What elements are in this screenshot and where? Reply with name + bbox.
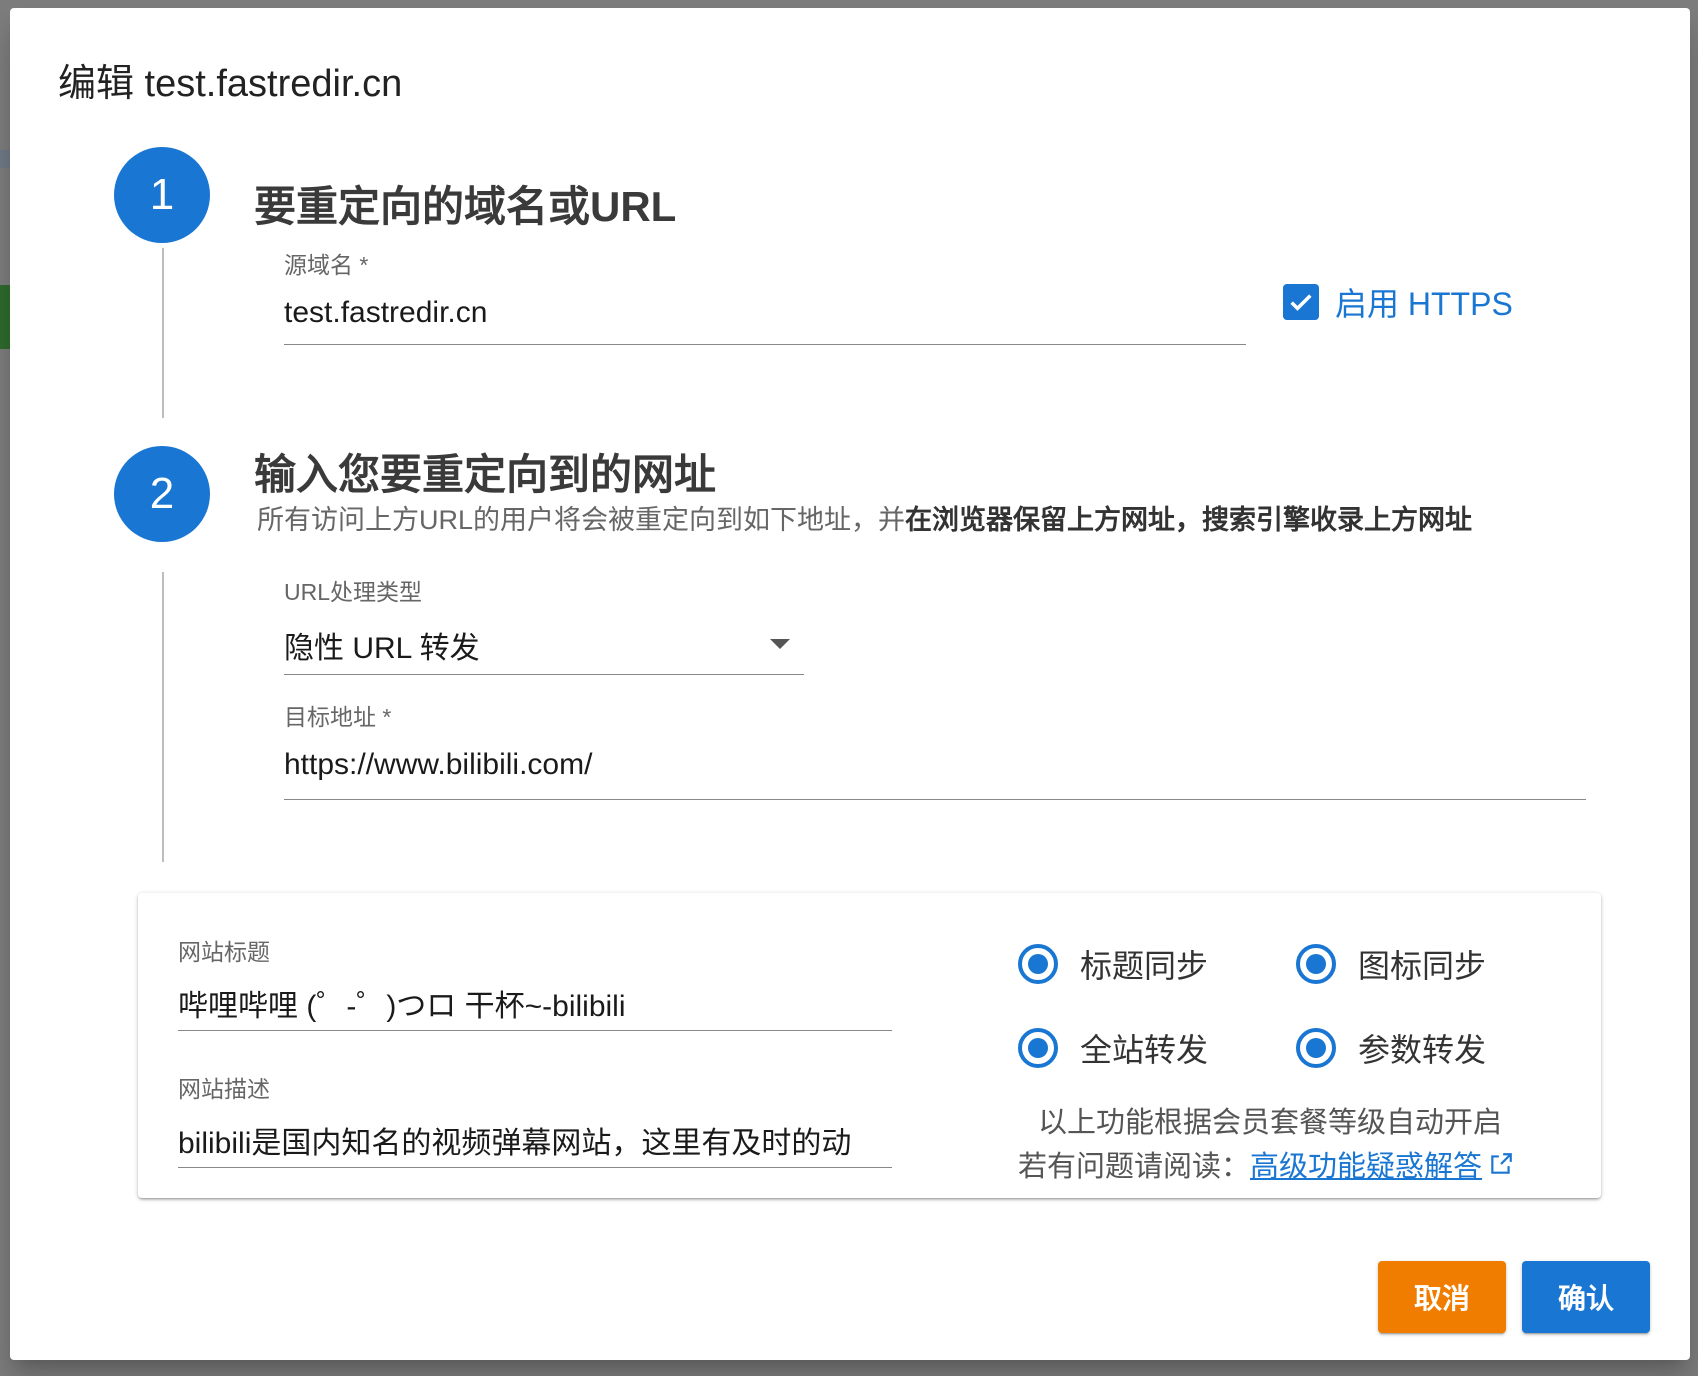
step-1-connector: [162, 248, 164, 418]
site-description-field[interactable]: 网站描述 bilibili是国内知名的视频弹幕网站，这里有及时的动: [178, 1070, 892, 1170]
faq-note: 若有问题请阅读：高级功能疑惑解答: [1018, 1143, 1514, 1185]
title-sync-radio[interactable]: 标题同步: [1018, 941, 1208, 987]
membership-note: 以上功能根据会员套餐等级自动开启: [1038, 1107, 1503, 1139]
url-type-underline: [284, 674, 804, 675]
site-description-underline: [178, 1167, 892, 1168]
site-title-field[interactable]: 网站标题 哔哩哔哩 (゜-゜)つロ 干杯~-bilibili: [178, 933, 892, 1033]
dropdown-arrow-icon[interactable]: [770, 639, 790, 649]
edit-dialog: 编辑 test.fastredir.cn 1 要重定向的域名或URL 源域名 *…: [10, 8, 1690, 1360]
param-forward-label[interactable]: 参数转发: [1358, 1025, 1486, 1071]
step-2-number: 2: [149, 469, 175, 518]
step-1-indicator: 1: [114, 147, 210, 243]
site-description-label: 网站描述: [178, 1076, 270, 1102]
enable-https-checkbox[interactable]: 启用 HTTPS: [1283, 279, 1513, 325]
step-1-title: 要重定向的域名或URL: [254, 183, 677, 230]
faq-link[interactable]: 高级功能疑惑解答: [1250, 1151, 1482, 1183]
icon-sync-label[interactable]: 图标同步: [1358, 941, 1486, 987]
param-forward-radio[interactable]: 参数转发: [1296, 1025, 1486, 1071]
step-1-number: 1: [149, 170, 175, 219]
icon-sync-radio[interactable]: 图标同步: [1296, 941, 1486, 987]
target-url-underline: [284, 799, 1586, 800]
description-bold-text: 在浏览器保留上方网址，搜索引擎收录上方网址: [905, 505, 1473, 535]
radio-selected-icon[interactable]: [1018, 1028, 1058, 1068]
site-title-underline: [178, 1030, 892, 1031]
source-domain-field[interactable]: 源域名 * test.fastredir.cn: [284, 246, 1246, 352]
dialog-title: 编辑 test.fastredir.cn: [58, 63, 403, 105]
step-2-indicator: 2: [114, 446, 210, 542]
background-button-edge: [0, 285, 10, 349]
description-text: 所有访问上方URL的用户将会被重定向到如下地址，并: [257, 505, 906, 535]
background-strip: [0, 150, 10, 168]
cancel-button[interactable]: 取消: [1378, 1261, 1506, 1333]
step-2-title: 输入您要重定向到的网址: [254, 451, 717, 498]
url-type-label: URL处理类型: [284, 579, 423, 605]
radio-selected-icon[interactable]: [1296, 944, 1336, 984]
step-2-description: 所有访问上方URL的用户将会被重定向到如下地址，并在浏览器保留上方网址，搜索引擎…: [257, 498, 1472, 537]
confirm-button[interactable]: 确认: [1522, 1261, 1650, 1333]
source-domain-underline: [284, 344, 1246, 345]
url-type-select[interactable]: URL处理类型 隐性 URL 转发: [284, 573, 804, 679]
site-forward-label[interactable]: 全站转发: [1080, 1025, 1208, 1071]
radio-selected-icon[interactable]: [1296, 1028, 1336, 1068]
site-description-input[interactable]: bilibili是国内知名的视频弹幕网站，这里有及时的动: [178, 1118, 892, 1162]
step-2-connector: [162, 572, 164, 862]
site-forward-radio[interactable]: 全站转发: [1018, 1025, 1208, 1071]
enable-https-label[interactable]: 启用 HTTPS: [1335, 279, 1513, 325]
target-url-label: 目标地址 *: [284, 704, 392, 730]
external-link-icon[interactable]: [1488, 1151, 1514, 1185]
radio-selected-icon[interactable]: [1018, 944, 1058, 984]
url-type-value[interactable]: 隐性 URL 转发: [284, 623, 804, 667]
site-title-label: 网站标题: [178, 939, 270, 965]
site-title-input[interactable]: 哔哩哔哩 (゜-゜)つロ 干杯~-bilibili: [178, 981, 892, 1025]
source-domain-label: 源域名 *: [284, 252, 369, 278]
target-url-input[interactable]: https://www.bilibili.com/: [284, 748, 1586, 782]
target-url-field[interactable]: 目标地址 * https://www.bilibili.com/: [284, 698, 1586, 804]
title-sync-label[interactable]: 标题同步: [1080, 941, 1208, 987]
advanced-options-card: 网站标题 哔哩哔哩 (゜-゜)つロ 干杯~-bilibili 网站描述 bili…: [138, 893, 1601, 1198]
source-domain-input[interactable]: test.fastredir.cn: [284, 296, 1246, 330]
checkbox-checked-icon[interactable]: [1283, 284, 1319, 320]
faq-prefix: 若有问题请阅读：: [1018, 1151, 1251, 1183]
